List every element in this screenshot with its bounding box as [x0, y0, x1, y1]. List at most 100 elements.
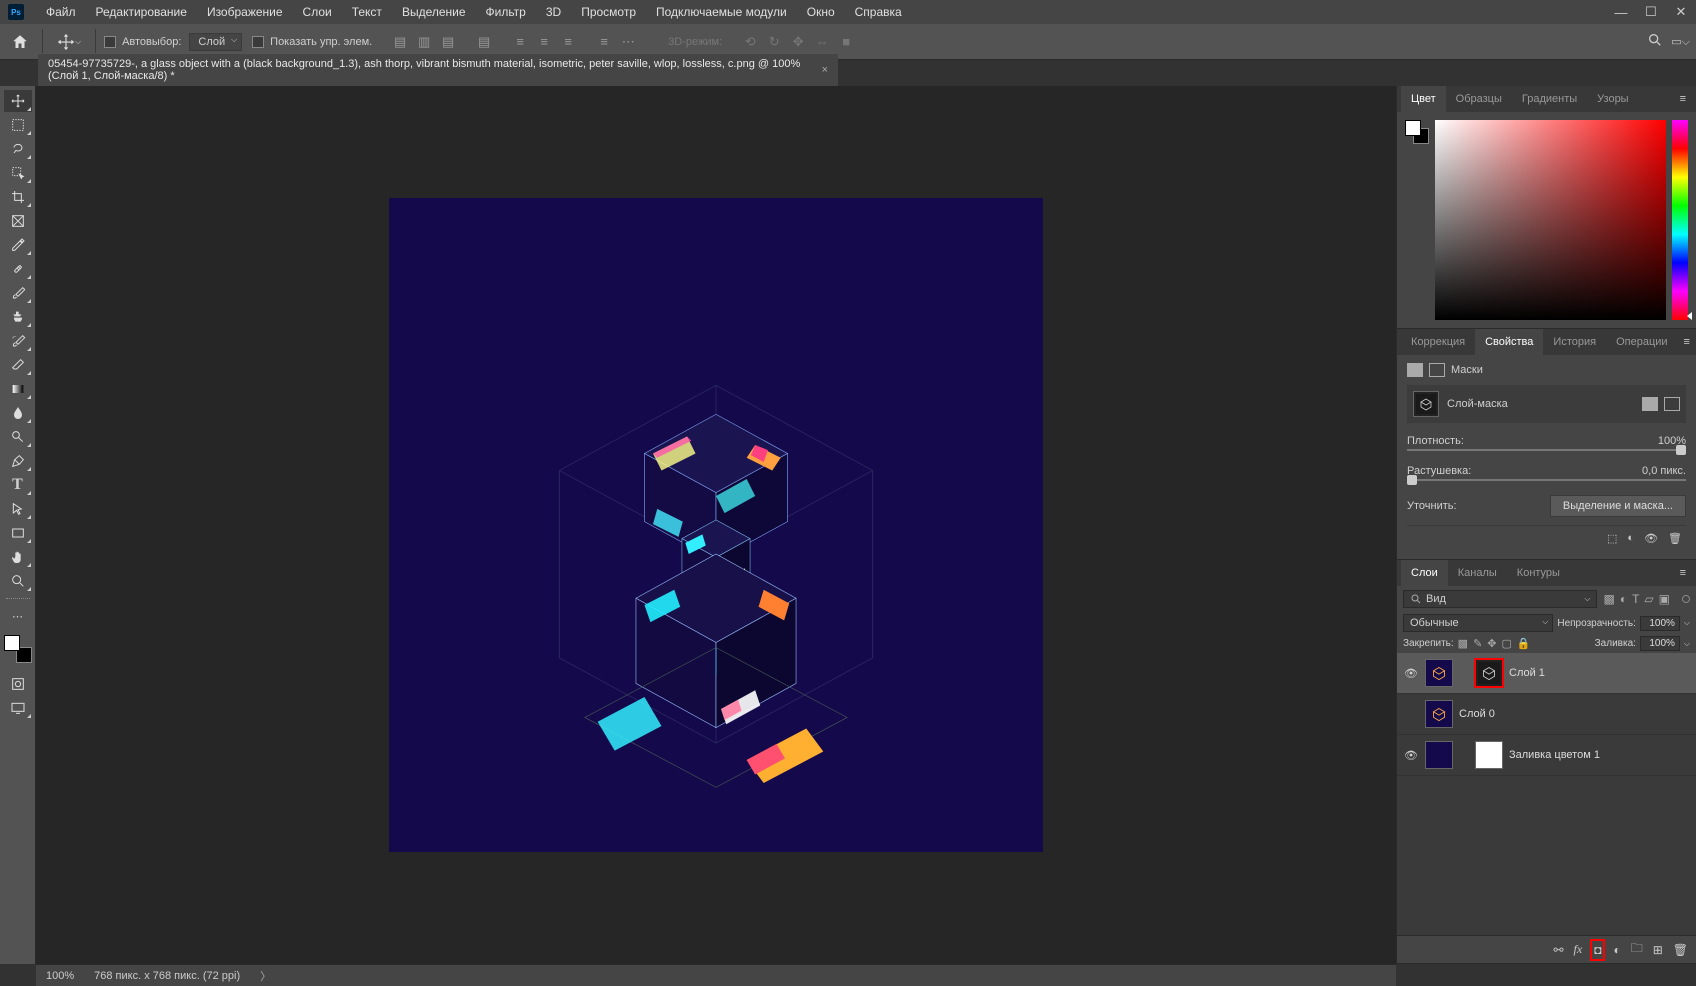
canvas-area[interactable] — [36, 86, 1396, 964]
disable-mask-icon[interactable]: 👁 — [1644, 532, 1658, 545]
menu-text[interactable]: Текст — [342, 5, 392, 19]
filter-type-icon[interactable]: T — [1632, 592, 1639, 606]
window-minimize-button[interactable]: — — [1606, 2, 1636, 22]
tab-swatches[interactable]: Образцы — [1446, 86, 1512, 112]
tool-quick-select[interactable] — [4, 162, 32, 184]
align-right-icon[interactable]: ▤ — [438, 32, 458, 52]
tool-blur[interactable] — [4, 402, 32, 424]
color-panel-menu-icon[interactable]: ≡ — [1674, 93, 1692, 105]
layer-filter-toggle[interactable] — [1682, 595, 1690, 603]
workspace-icon[interactable]: ▭⌵ — [1671, 35, 1690, 49]
layer-fx-icon[interactable]: fx — [1574, 942, 1583, 957]
tab-patterns[interactable]: Узоры — [1587, 86, 1638, 112]
fill-input[interactable] — [1640, 636, 1680, 651]
tool-pen[interactable] — [4, 450, 32, 472]
mask-from-selection-icon[interactable]: ⬚ — [1607, 532, 1617, 545]
tool-brush[interactable] — [4, 282, 32, 304]
new-group-icon[interactable]: 🗀 — [1631, 939, 1643, 960]
search-icon[interactable] — [1647, 32, 1663, 51]
tool-move[interactable] — [4, 90, 32, 112]
new-adjustment-icon[interactable]: ◐ — [1613, 943, 1620, 957]
invert-mask-icon[interactable]: ◐ — [1627, 532, 1634, 545]
pixel-mask-icon[interactable] — [1407, 363, 1423, 377]
delete-layer-icon[interactable]: 🗑 — [1673, 943, 1688, 957]
tool-gradient[interactable] — [4, 378, 32, 400]
tool-quick-mask[interactable] — [4, 673, 32, 695]
tool-healing[interactable] — [4, 258, 32, 280]
lock-artboard-icon[interactable]: ▢ — [1502, 637, 1512, 650]
add-pixel-mask-icon[interactable] — [1642, 397, 1658, 411]
document-tab-close-icon[interactable]: × — [822, 64, 828, 76]
tool-screen-mode[interactable] — [4, 697, 32, 719]
canvas[interactable] — [389, 198, 1043, 852]
layer-thumbnail[interactable] — [1425, 659, 1453, 687]
vector-mask-icon[interactable] — [1429, 363, 1445, 377]
home-button[interactable] — [6, 28, 34, 56]
density-slider[interactable] — [1407, 449, 1686, 451]
show-transform-checkbox[interactable] — [252, 36, 264, 48]
tab-gradients[interactable]: Градиенты — [1512, 86, 1587, 112]
layer-name[interactable]: Заливка цветом 1 — [1509, 749, 1600, 761]
tab-paths[interactable]: Контуры — [1507, 560, 1570, 586]
color-fg-bg-swatches[interactable] — [1405, 120, 1429, 144]
tool-path-select[interactable] — [4, 498, 32, 520]
mask-thumbnail[interactable] — [1413, 391, 1439, 417]
hue-slider[interactable] — [1672, 120, 1688, 320]
layer-mask-thumbnail[interactable] — [1475, 659, 1503, 687]
tool-rectangle[interactable] — [4, 522, 32, 544]
document-info[interactable]: 768 пикс. x 768 пикс. (72 ppi) — [94, 970, 240, 982]
tool-lasso[interactable] — [4, 138, 32, 160]
tool-edit-toolbar[interactable]: ⋯ — [4, 605, 32, 627]
select-and-mask-button[interactable]: Выделение и маска... — [1550, 495, 1686, 517]
lock-pixels-icon[interactable]: ✎ — [1473, 637, 1482, 650]
delete-mask-icon[interactable]: 🗑 — [1668, 532, 1682, 545]
zoom-level[interactable]: 100% — [46, 970, 74, 982]
feather-slider[interactable] — [1407, 479, 1686, 481]
layer-thumbnail[interactable] — [1425, 700, 1453, 728]
menu-plugins[interactable]: Подключаемые модули — [646, 5, 797, 19]
more-align-icon[interactable]: ⋯ — [618, 32, 638, 52]
distribute-top-icon[interactable]: ≡ — [510, 32, 530, 52]
document-tab[interactable]: 05454-97735729-, a glass object with a (… — [38, 53, 838, 86]
tool-dodge[interactable] — [4, 426, 32, 448]
tab-channels[interactable]: Каналы — [1448, 560, 1507, 586]
layer-row[interactable]: 👁 Заливка цветом 1 — [1397, 735, 1696, 776]
window-maximize-button[interactable]: ☐ — [1636, 2, 1666, 22]
tool-marquee[interactable] — [4, 114, 32, 136]
menu-edit[interactable]: Редактирование — [86, 5, 197, 19]
tab-layers[interactable]: Слои — [1401, 560, 1448, 586]
tool-crop[interactable] — [4, 186, 32, 208]
align-left-icon[interactable]: ▤ — [390, 32, 410, 52]
layer-row[interactable]: Слой 0 — [1397, 694, 1696, 735]
lock-all-icon[interactable]: 🔒 — [1517, 637, 1531, 650]
feather-value[interactable]: 0,0 пикс. — [1642, 465, 1686, 477]
tab-color[interactable]: Цвет — [1401, 86, 1446, 112]
layer-visibility-icon[interactable]: 👁 — [1403, 667, 1419, 680]
tool-frame[interactable] — [4, 210, 32, 232]
distribute-space-icon[interactable]: ≡ — [594, 32, 614, 52]
tab-adjustments[interactable]: Коррекция — [1401, 329, 1475, 355]
window-close-button[interactable]: ✕ — [1666, 2, 1696, 22]
filter-smart-icon[interactable]: ▣ — [1659, 592, 1670, 606]
menu-select[interactable]: Выделение — [392, 5, 476, 19]
menu-help[interactable]: Справка — [845, 5, 912, 19]
opacity-input[interactable] — [1640, 616, 1680, 631]
tab-history[interactable]: История — [1543, 329, 1606, 355]
menu-file[interactable]: Файл — [36, 5, 86, 19]
align-center-h-icon[interactable]: ▥ — [414, 32, 434, 52]
menu-view[interactable]: Просмотр — [571, 5, 646, 19]
blend-mode-dropdown[interactable]: Обычные — [1403, 614, 1553, 632]
layers-panel-menu-icon[interactable]: ≡ — [1674, 567, 1692, 579]
menu-layers[interactable]: Слои — [293, 5, 342, 19]
menu-filter[interactable]: Фильтр — [476, 5, 536, 19]
lock-position-icon[interactable]: ✥ — [1487, 637, 1496, 650]
filter-shape-icon[interactable]: ▱ — [1644, 592, 1653, 606]
tab-properties[interactable]: Свойства — [1475, 329, 1543, 355]
tool-eraser[interactable] — [4, 354, 32, 376]
layer-filter-dropdown[interactable]: Вид ⌵ — [1403, 590, 1597, 608]
status-disclosure-icon[interactable]: 〉 — [260, 968, 271, 984]
auto-select-checkbox[interactable] — [104, 36, 116, 48]
layer-name[interactable]: Слой 1 — [1509, 667, 1545, 679]
add-mask-icon[interactable]: ◘ — [1592, 941, 1603, 959]
tool-hand[interactable] — [4, 546, 32, 568]
